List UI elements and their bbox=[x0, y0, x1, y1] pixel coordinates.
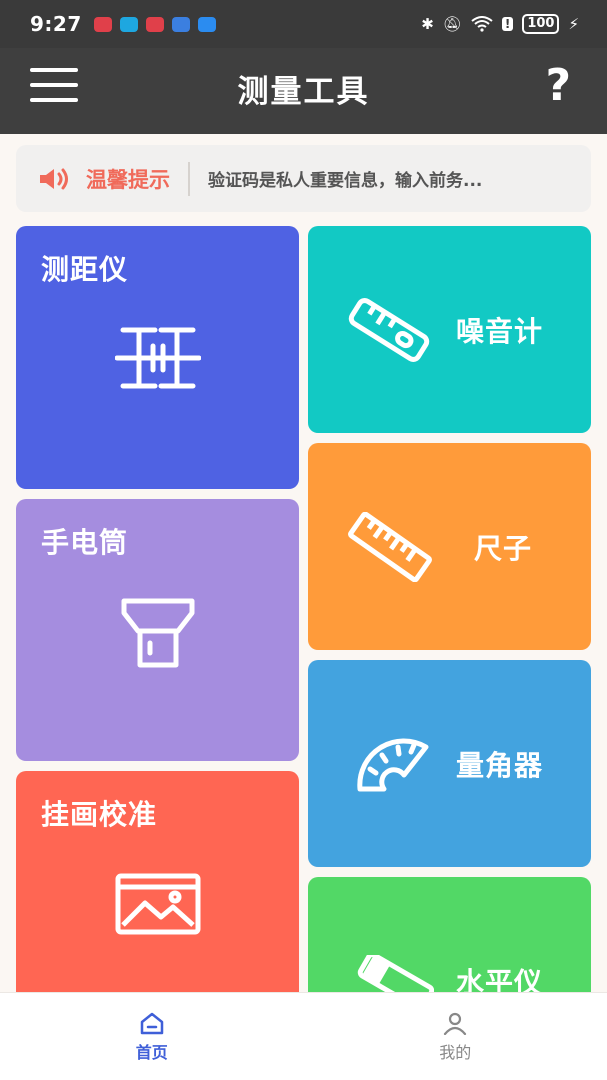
alert-icon: ! bbox=[501, 17, 514, 31]
tile-picture-calibration[interactable]: 挂画校准 bbox=[16, 771, 299, 1011]
wifi-icon bbox=[471, 16, 493, 32]
user-icon bbox=[444, 1012, 467, 1035]
nav-home[interactable]: 首页 bbox=[0, 993, 304, 1080]
tile-flashlight-label: 手电筒 bbox=[41, 526, 129, 559]
nav-home-label: 首页 bbox=[135, 1043, 168, 1062]
status-bar: 9:27 ✱ 🔕︎ ! 100 ⚡︎ bbox=[0, 0, 607, 48]
cloud-icon bbox=[197, 16, 216, 32]
charging-icon: ⚡︎ bbox=[568, 15, 579, 33]
notice-divider bbox=[188, 161, 190, 196]
flashlight-icon bbox=[121, 598, 194, 668]
notice-banner[interactable]: 温馨提示 验证码是私人重要信息，输入前务... bbox=[16, 145, 591, 212]
ruler-icon bbox=[348, 511, 432, 582]
bottom-nav: 首页 我的 bbox=[0, 992, 607, 1080]
huawei-icon bbox=[93, 16, 112, 32]
tile-picture-label: 挂画校准 bbox=[41, 798, 158, 831]
tile-protractor-label: 量角器 bbox=[456, 748, 544, 782]
status-time: 9:27 bbox=[30, 12, 82, 36]
protractor-icon bbox=[357, 738, 429, 791]
tile-flashlight[interactable]: 手电筒 bbox=[16, 499, 299, 761]
huawei-icon bbox=[145, 16, 164, 32]
tile-noise-meter[interactable]: 噪音计 bbox=[308, 226, 591, 433]
tile-noise-label: 噪音计 bbox=[456, 314, 544, 348]
rangefinder-icon bbox=[114, 327, 201, 389]
home-icon bbox=[140, 1012, 163, 1035]
help-button[interactable]: ? bbox=[545, 60, 571, 111]
nav-profile-label: 我的 bbox=[439, 1043, 472, 1062]
nav-profile[interactable]: 我的 bbox=[304, 993, 607, 1080]
notice-text: 验证码是私人重要信息，输入前务... bbox=[208, 171, 483, 191]
tile-ruler-label: 尺子 bbox=[474, 531, 533, 565]
globe-icon bbox=[171, 16, 190, 32]
tile-protractor[interactable]: 量角器 bbox=[308, 660, 591, 867]
status-indicators: ✱ 🔕︎ ! 100 ⚡︎ bbox=[421, 14, 579, 34]
picture-frame-icon bbox=[115, 873, 200, 935]
battery-indicator: 100 bbox=[522, 14, 560, 34]
tile-rangefinder-label: 测距仪 bbox=[41, 253, 129, 286]
browser-icon bbox=[119, 16, 138, 32]
app-bar: 测量工具 ? bbox=[0, 48, 607, 134]
page-title: 测量工具 bbox=[237, 74, 370, 110]
speaker-icon bbox=[40, 168, 68, 189]
tile-rangefinder[interactable]: 测距仪 bbox=[16, 226, 299, 489]
notice-title: 温馨提示 bbox=[86, 167, 170, 192]
notification-icons bbox=[93, 16, 216, 32]
level-ruler-icon bbox=[348, 297, 430, 362]
tile-ruler[interactable]: 尺子 bbox=[308, 443, 591, 650]
mute-icon: 🔕︎ bbox=[442, 15, 462, 33]
bluetooth-icon: ✱ bbox=[421, 15, 434, 33]
